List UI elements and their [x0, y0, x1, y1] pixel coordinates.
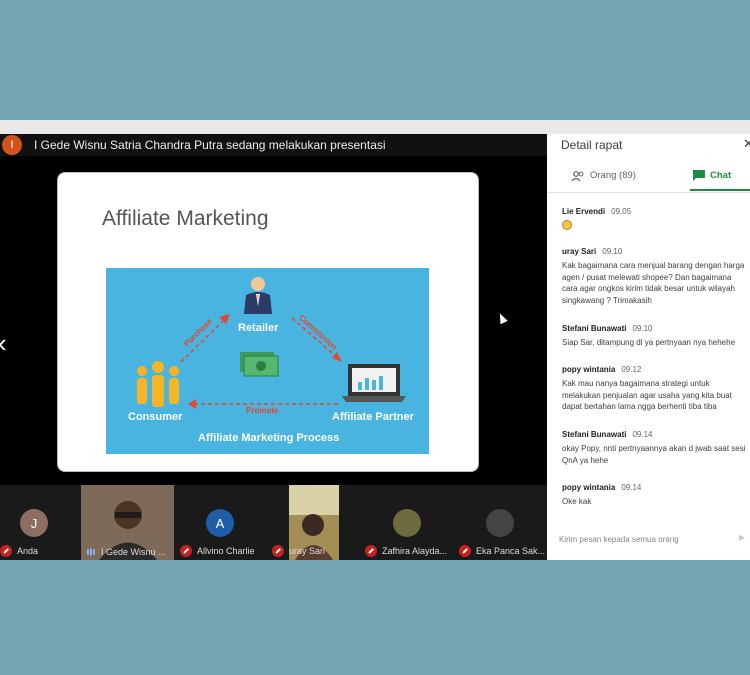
chat-time: 09.12: [621, 365, 642, 374]
chat-message: popy wintania 09.12 Kak mau nanya bagaima…: [562, 365, 747, 413]
laptop-icon: [342, 364, 406, 402]
chat-message-header: popy wintania 09.12: [562, 365, 747, 374]
participant-label: Anda: [0, 545, 38, 557]
chat-body: [562, 220, 747, 234]
chat-message: Stefani Bunawati 09.10 Siap Sar, ditampun…: [562, 324, 747, 349]
chat-message-header: Stefani Bunawati 09.10: [562, 324, 747, 333]
money-icon: [240, 352, 279, 377]
participant-label: I Gede Wisnu ...: [87, 547, 166, 557]
participant-name: I Gede Wisnu ...: [101, 547, 166, 557]
chat-message-header: uray Sari 09.10: [562, 247, 747, 256]
promote-label: Promote: [246, 406, 279, 415]
participant-name: Allvino Charlie: [197, 546, 255, 556]
mic-off-icon: [459, 545, 471, 557]
chat-sender: popy wintania: [562, 365, 616, 374]
participant-name: Anda: [17, 546, 39, 556]
participant-tile[interactable]: Eka Panca Sak...: [459, 485, 547, 560]
participant-tile[interactable]: Zafhira Alayda...: [365, 485, 455, 560]
participant-label: Zafhira Alayda...: [365, 545, 447, 557]
tab-people-label: Orang (89): [590, 170, 636, 181]
send-icon[interactable]: ➤: [737, 533, 745, 544]
chat-sender: Lie Ervendi: [562, 207, 606, 216]
chat-message: uray Sari 09.10 Kak bagaimana cara menjua…: [562, 247, 747, 306]
affiliate-diagram: Retailer Consumer Affiliate Partner Affi…: [106, 268, 429, 454]
participant-label: Allvino Charlie: [180, 545, 255, 557]
participant-avatar: A: [206, 509, 234, 537]
tab-chat[interactable]: Chat: [693, 170, 731, 181]
presenter-avatar: I: [2, 135, 22, 155]
participant-tile[interactable]: A Allvino Charlie: [180, 485, 270, 560]
chat-text: Siap Sar, ditampung dl ya pertnyaan nya …: [562, 338, 736, 347]
chat-time: 09.05: [611, 207, 632, 216]
mic-on-icon: [87, 548, 96, 556]
chat-sender: Stefani Bunawati: [562, 430, 627, 439]
presentation-stage: ‹ Affiliate Marketing: [0, 156, 547, 485]
chat-sender: Stefani Bunawati: [562, 324, 627, 333]
participant-avatar: J: [20, 509, 48, 537]
retailer-label: Retailer: [238, 322, 279, 334]
chat-message: popy wintania 09.14 Oke kak: [562, 483, 747, 508]
consumer-icon: [137, 361, 179, 407]
chat-text: Oke kak: [562, 497, 592, 506]
divider: [547, 192, 750, 193]
mic-off-icon: [365, 545, 377, 557]
tab-chat-label: Chat: [710, 170, 732, 181]
retailer-icon: [244, 277, 272, 314]
participant-label: Eka Panca Sak...: [459, 545, 545, 557]
participant-strip: J Anda I Gede Wisnu ... A Allvino Charli…: [0, 485, 547, 560]
chat-message: Stefani Bunawati 09.14 okay Popy, nnti pe…: [562, 430, 747, 466]
tab-people[interactable]: Orang (89): [571, 170, 636, 181]
participant-avatar: [486, 509, 514, 537]
meeting-details-panel: Detail rapat ✕ Orang (89) Chat Lie Erven…: [547, 134, 750, 560]
presenter-banner: I I Gede Wisnu Satria Chandra Putra seda…: [0, 134, 547, 156]
process-label: Affiliate Marketing Process: [198, 432, 340, 444]
consumer-label: Consumer: [128, 411, 183, 423]
mic-off-icon: [272, 545, 284, 557]
chat-message-header: Stefani Bunawati 09.14: [562, 430, 747, 439]
chat-sender: popy wintania: [562, 483, 616, 492]
chevron-left-icon[interactable]: ‹: [0, 328, 7, 359]
chat-text: Kak mau nanya bagaimana strategi untuk m…: [562, 379, 732, 411]
close-icon[interactable]: ✕: [743, 136, 750, 152]
mic-off-icon: [0, 545, 12, 557]
chat-icon: [693, 170, 705, 181]
chat-text: okay Popy, nnti pertnyaannya akan d jwab…: [562, 444, 746, 465]
tab-active-indicator: [690, 189, 750, 191]
participant-tile[interactable]: I Gede Wisnu ...: [81, 485, 174, 560]
chat-input[interactable]: Kirim pesan kepada semua orang: [559, 535, 679, 544]
participant-tile[interactable]: J Anda: [0, 485, 75, 560]
participant-name: uray Sari: [289, 546, 326, 556]
window-top-band: [0, 120, 750, 134]
chat-message-header: Lie Ervendi 09.05: [562, 207, 747, 216]
participant-tile[interactable]: uray Sari: [272, 485, 340, 560]
chat-sender: uray Sari: [562, 247, 597, 256]
chat-message-header: popy wintania 09.14: [562, 483, 747, 492]
presenter-banner-text: I Gede Wisnu Satria Chandra Putra sedang…: [34, 138, 386, 152]
panel-title: Detail rapat: [561, 138, 623, 152]
smile-emoji-icon: [562, 220, 572, 230]
chat-text: Kak bagaimana cara menjual barang dengan…: [562, 261, 745, 305]
chat-time: 09.14: [632, 430, 653, 439]
affiliate-partner-label: Affiliate Partner: [332, 411, 414, 423]
chat-time: 09.10: [632, 324, 653, 333]
mic-off-icon: [180, 545, 192, 557]
chat-time: 09.10: [602, 247, 623, 256]
participant-avatar: [393, 509, 421, 537]
chat-message: Lie Ervendi 09.05: [562, 207, 747, 234]
meet-window: I I Gede Wisnu Satria Chandra Putra seda…: [0, 120, 750, 560]
diagram-graphics: [137, 277, 406, 409]
participant-label: uray Sari: [272, 545, 325, 557]
people-icon: [571, 170, 584, 181]
presentation-slide: Affiliate Marketing Retailer Consumer Af…: [57, 172, 479, 472]
chat-time: 09.14: [621, 483, 642, 492]
participant-name: Eka Panca Sak...: [476, 546, 546, 556]
participant-name: Zafhira Alayda...: [382, 546, 448, 556]
slide-title: Affiliate Marketing: [102, 207, 269, 230]
